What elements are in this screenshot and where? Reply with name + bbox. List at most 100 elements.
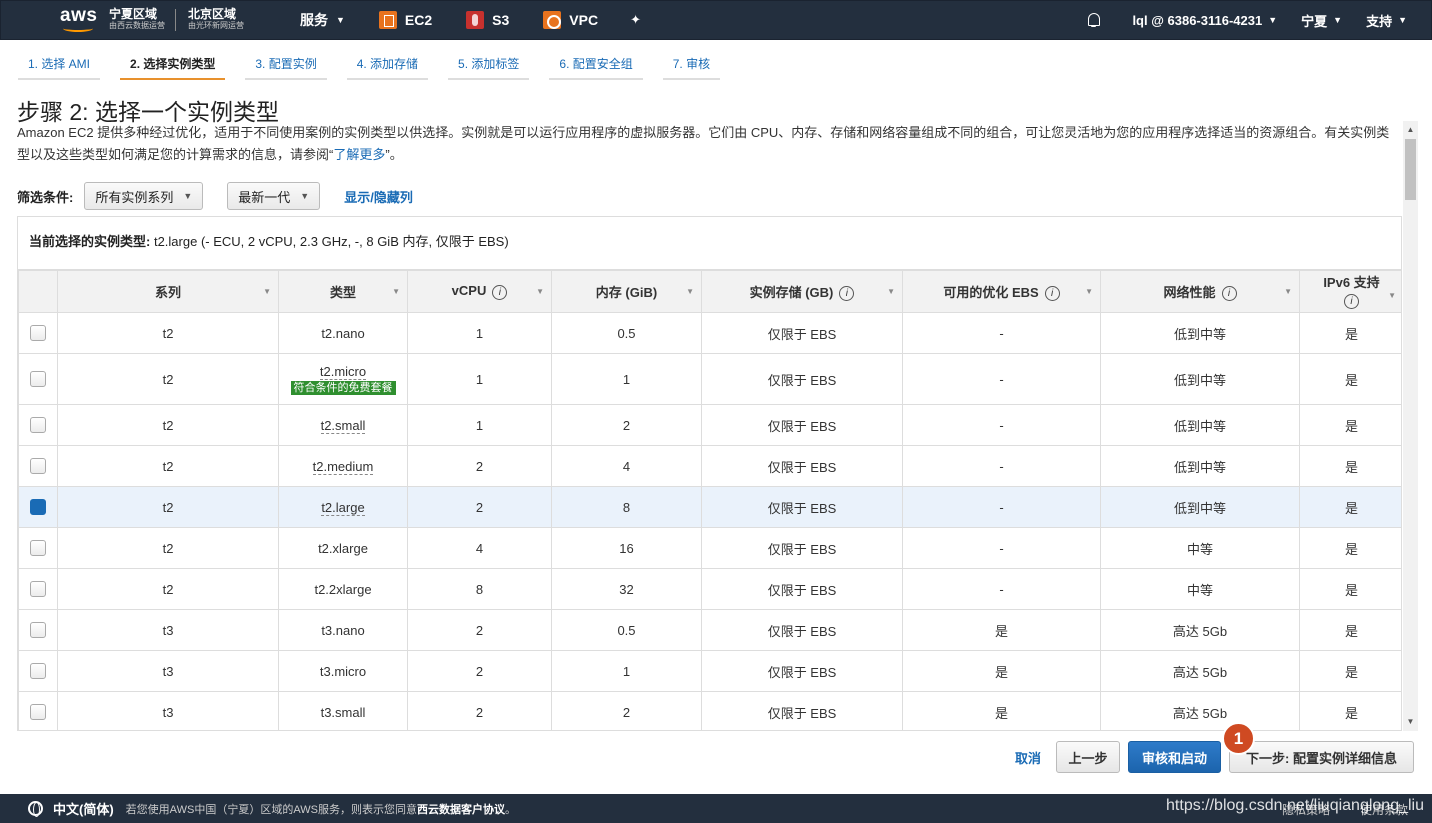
row-select-cell[interactable]	[18, 312, 58, 354]
column-header-ebs-optimized[interactable]: 可用的优化 EBS i ▼	[902, 270, 1101, 313]
shortcut-s3[interactable]: S3	[466, 11, 509, 29]
step-add-tags[interactable]: 5. 添加标签	[448, 54, 530, 80]
instance-type-name[interactable]: t2.medium	[312, 458, 374, 475]
cell-storage: 仅限于 EBS	[701, 353, 903, 405]
cell-network: 低到中等	[1100, 312, 1300, 354]
row-checkbox[interactable]	[30, 663, 46, 680]
column-header-family[interactable]: 系列 ▼	[57, 270, 279, 313]
shortcut-ec2[interactable]: EC2	[378, 11, 432, 29]
column-header-vcpu[interactable]: vCPU i ▼	[407, 270, 552, 313]
learn-more-link[interactable]: 了解更多	[333, 147, 385, 162]
scroll-down-icon[interactable]: ▼	[1403, 714, 1418, 729]
step-configure-instance[interactable]: 3. 配置实例	[245, 54, 327, 80]
previous-button[interactable]: 上一步	[1056, 741, 1120, 773]
cell-network: 高达 5Gb	[1100, 609, 1300, 651]
cell-family: t2	[57, 404, 279, 446]
next-configure-instance-button[interactable]: 下一步: 配置实例详细信息	[1229, 741, 1414, 773]
table-row[interactable]: t2 t2.large 2 8 仅限于 EBS - 低到中等是	[18, 486, 1401, 528]
column-header-instance-storage[interactable]: 实例存储 (GB) i ▼	[701, 270, 903, 313]
table-row[interactable]: t3 t3.nano 2 0.5 仅限于 EBS 是高达 5Gb 是	[18, 609, 1401, 651]
step-choose-ami[interactable]: 1. 选择 AMI	[18, 54, 101, 80]
scroll-up-icon[interactable]: ▲	[1403, 122, 1418, 137]
step-add-storage[interactable]: 4. 添加存储	[346, 54, 429, 80]
cell-type: t3.nano	[278, 609, 408, 651]
table-row[interactable]: t2 t2.2xlarge 8 32 仅限于 EBS - 中等是	[18, 568, 1401, 610]
row-select-cell[interactable]	[18, 527, 58, 569]
region-divider	[175, 9, 176, 31]
row-checkbox[interactable]	[30, 622, 46, 639]
table-row[interactable]: t3 t3.small 2 2 仅限于 EBS 是高达 5Gb 是	[18, 691, 1401, 730]
cell-memory: 4	[551, 445, 702, 487]
instance-family-select[interactable]: 所有实例系列 ▼	[84, 182, 204, 210]
instance-type-table: 系列 ▼ 类型 ▼ vCPU i ▼ 内存 (GiB) ▼ 实例存储 (GB) i ▼ 可用的…	[18, 270, 1401, 730]
table-row[interactable]: t2 t2.xlarge 4 16 仅限于 EBS - 中等是	[18, 527, 1401, 569]
review-and-launch-button[interactable]: 审核和启动	[1128, 741, 1221, 773]
services-menu[interactable]: 服务 ▼	[300, 10, 345, 30]
column-header-memory[interactable]: 内存 (GiB) ▼	[551, 270, 702, 313]
account-menu[interactable]: lql @ 6386-3116-4231 ▼	[1132, 13, 1277, 28]
table-row[interactable]: t2 t2.small 1 2 仅限于 EBS - 低到中等是	[18, 404, 1401, 446]
instance-type-name[interactable]: t2.micro	[319, 363, 367, 380]
cell-network: 低到中等	[1100, 404, 1300, 446]
scrollbar-thumb[interactable]	[1405, 139, 1416, 200]
bell-icon[interactable]	[1086, 12, 1102, 28]
row-checkbox[interactable]	[30, 417, 46, 434]
language-selector[interactable]: 中文(简体)	[53, 799, 114, 818]
row-select-cell[interactable]	[18, 486, 58, 528]
table-row[interactable]: t2 t2.nano 1 0.5 仅限于 EBS - 低到中等是	[18, 312, 1401, 354]
row-checkbox[interactable]	[30, 499, 46, 516]
row-checkbox[interactable]	[30, 325, 46, 342]
page-scrollbar[interactable]	[1403, 121, 1418, 731]
chevron-down-icon: ▼	[300, 191, 310, 201]
row-checkbox[interactable]	[30, 581, 46, 598]
column-header-network[interactable]: 网络性能 i ▼	[1100, 270, 1300, 313]
cell-memory: 16	[551, 527, 702, 569]
cell-family: t2	[57, 486, 279, 528]
row-select-cell[interactable]	[18, 404, 58, 446]
step-security-group[interactable]: 6. 配置安全组	[549, 54, 643, 80]
cell-network: 中等	[1100, 527, 1300, 569]
row-select-cell[interactable]	[18, 691, 58, 730]
column-header-type[interactable]: 类型 ▼	[278, 270, 408, 313]
info-icon[interactable]: i	[1221, 286, 1237, 302]
row-checkbox[interactable]	[30, 704, 46, 721]
cell-vcpu: 8	[407, 568, 552, 610]
row-checkbox[interactable]	[30, 371, 46, 388]
row-select-cell[interactable]	[18, 445, 58, 487]
info-icon[interactable]: i	[492, 284, 508, 300]
cell-family: t3	[57, 691, 279, 730]
chevron-down-icon: ▼	[1268, 15, 1278, 25]
generation-select[interactable]: 最新一代 ▼	[227, 182, 321, 210]
info-icon[interactable]: i	[1044, 286, 1060, 302]
shortcut-vpc[interactable]: VPC	[543, 11, 598, 29]
row-select-cell[interactable]	[18, 353, 58, 405]
row-checkbox[interactable]	[30, 540, 46, 557]
step-review[interactable]: 7. 审核	[662, 54, 721, 80]
pin-icon[interactable]: ✦	[630, 12, 641, 28]
column-header-ipv6[interactable]: IPv6 支持 i ▼	[1299, 270, 1401, 313]
info-icon[interactable]: i	[1344, 293, 1359, 309]
cell-vcpu: 1	[407, 312, 552, 354]
row-select-cell[interactable]	[18, 650, 58, 692]
ec2-icon	[378, 11, 397, 29]
table-row[interactable]: t3 t3.micro 2 1 仅限于 EBS 是高达 5Gb 是	[18, 650, 1401, 692]
instance-type-name[interactable]: t2.large	[321, 499, 365, 516]
support-menu[interactable]: 支持 ▼	[1366, 11, 1407, 30]
aws-logo-mark: aws	[59, 5, 97, 35]
table-row[interactable]: t2 t2.micro 符合条件的免费套餐 1 1 仅限于 EBS - 低到中等是	[18, 353, 1401, 405]
cell-storage: 仅限于 EBS	[701, 650, 903, 692]
customer-agreement-link[interactable]: 西云数据客户协议	[417, 804, 505, 816]
row-checkbox[interactable]	[30, 458, 46, 475]
page-description: Amazon EC2 提供多种经过优化，适用于不同使用案例的实例类型以供选择。实…	[17, 125, 1390, 162]
region-menu[interactable]: 宁夏 ▼	[1301, 11, 1342, 30]
row-select-cell[interactable]	[18, 568, 58, 610]
table-row[interactable]: t2 t2.medium 2 4 仅限于 EBS - 低到中等是	[18, 445, 1401, 487]
instance-type-name[interactable]: t2.small	[320, 417, 366, 434]
row-select-cell[interactable]	[18, 609, 58, 651]
aws-logo[interactable]: aws 宁夏区域 由西云数据运营 北京区域 由光环新网运营	[59, 5, 244, 35]
step-choose-instance-type[interactable]: 2. 选择实例类型	[120, 54, 226, 80]
info-icon[interactable]: i	[839, 286, 855, 302]
cancel-button[interactable]: 取消	[1005, 741, 1051, 773]
cell-family: t3	[57, 650, 279, 692]
show-hide-columns-link[interactable]: 显示/隐藏列	[344, 187, 413, 206]
